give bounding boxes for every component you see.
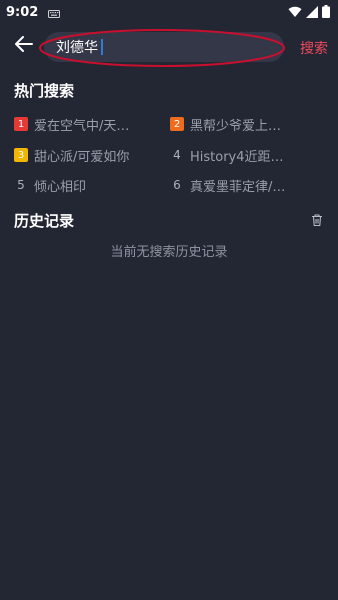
back-button[interactable]	[12, 34, 36, 58]
hot-search-title: 热门搜索	[14, 82, 75, 100]
hot-search-item[interactable]: 1 爱在空气中/天…	[14, 113, 154, 135]
history-empty-message: 当前无搜索历史记录	[110, 245, 228, 260]
status-right	[288, 3, 330, 22]
hot-search-item[interactable]: 4 History4近距…	[170, 144, 310, 166]
signal-icon	[306, 3, 318, 22]
trash-icon	[310, 212, 324, 231]
clear-history-button[interactable]	[310, 212, 324, 227]
hot-search-text: 黑帮少爷爱上…	[190, 118, 282, 134]
hot-search-item[interactable]: 3 甜心派/可爱如你	[14, 144, 154, 166]
search-input[interactable]	[56, 39, 100, 55]
status-left: 9:02	[6, 3, 61, 22]
hot-search-item[interactable]: 5 倾心相印	[14, 174, 154, 196]
hot-search-text: 倾心相印	[34, 179, 87, 195]
hot-search-item[interactable]: 6 真爱墨菲定律/…	[170, 174, 310, 196]
status-bar: 9:02	[0, 0, 338, 24]
hot-search-item[interactable]: 2 黑帮少爷爱上…	[170, 113, 310, 135]
status-time: 9:02	[6, 4, 39, 20]
wifi-icon	[288, 3, 302, 22]
rank-number: 5	[17, 178, 25, 192]
battery-icon	[322, 3, 330, 22]
keyboard-icon	[48, 3, 61, 22]
hot-search-text: History4近距…	[190, 149, 284, 165]
hot-search-text: 爱在空气中/天…	[34, 118, 130, 134]
rank-number: 6	[173, 178, 181, 192]
search-bar: 搜索	[0, 26, 338, 68]
search-field[interactable]	[44, 32, 284, 62]
hot-search-text: 真爱墨菲定律/…	[190, 179, 286, 195]
rank-number: 4	[173, 148, 181, 162]
text-cursor	[101, 39, 103, 55]
rank-badge: 1	[14, 117, 28, 131]
arrow-left-icon	[15, 36, 33, 56]
rank-badge: 3	[14, 148, 28, 162]
rank-badge: 2	[170, 117, 184, 131]
search-button[interactable]: 搜索	[300, 38, 328, 58]
hot-search-text: 甜心派/可爱如你	[34, 149, 130, 165]
history-title: 历史记录	[14, 212, 75, 230]
